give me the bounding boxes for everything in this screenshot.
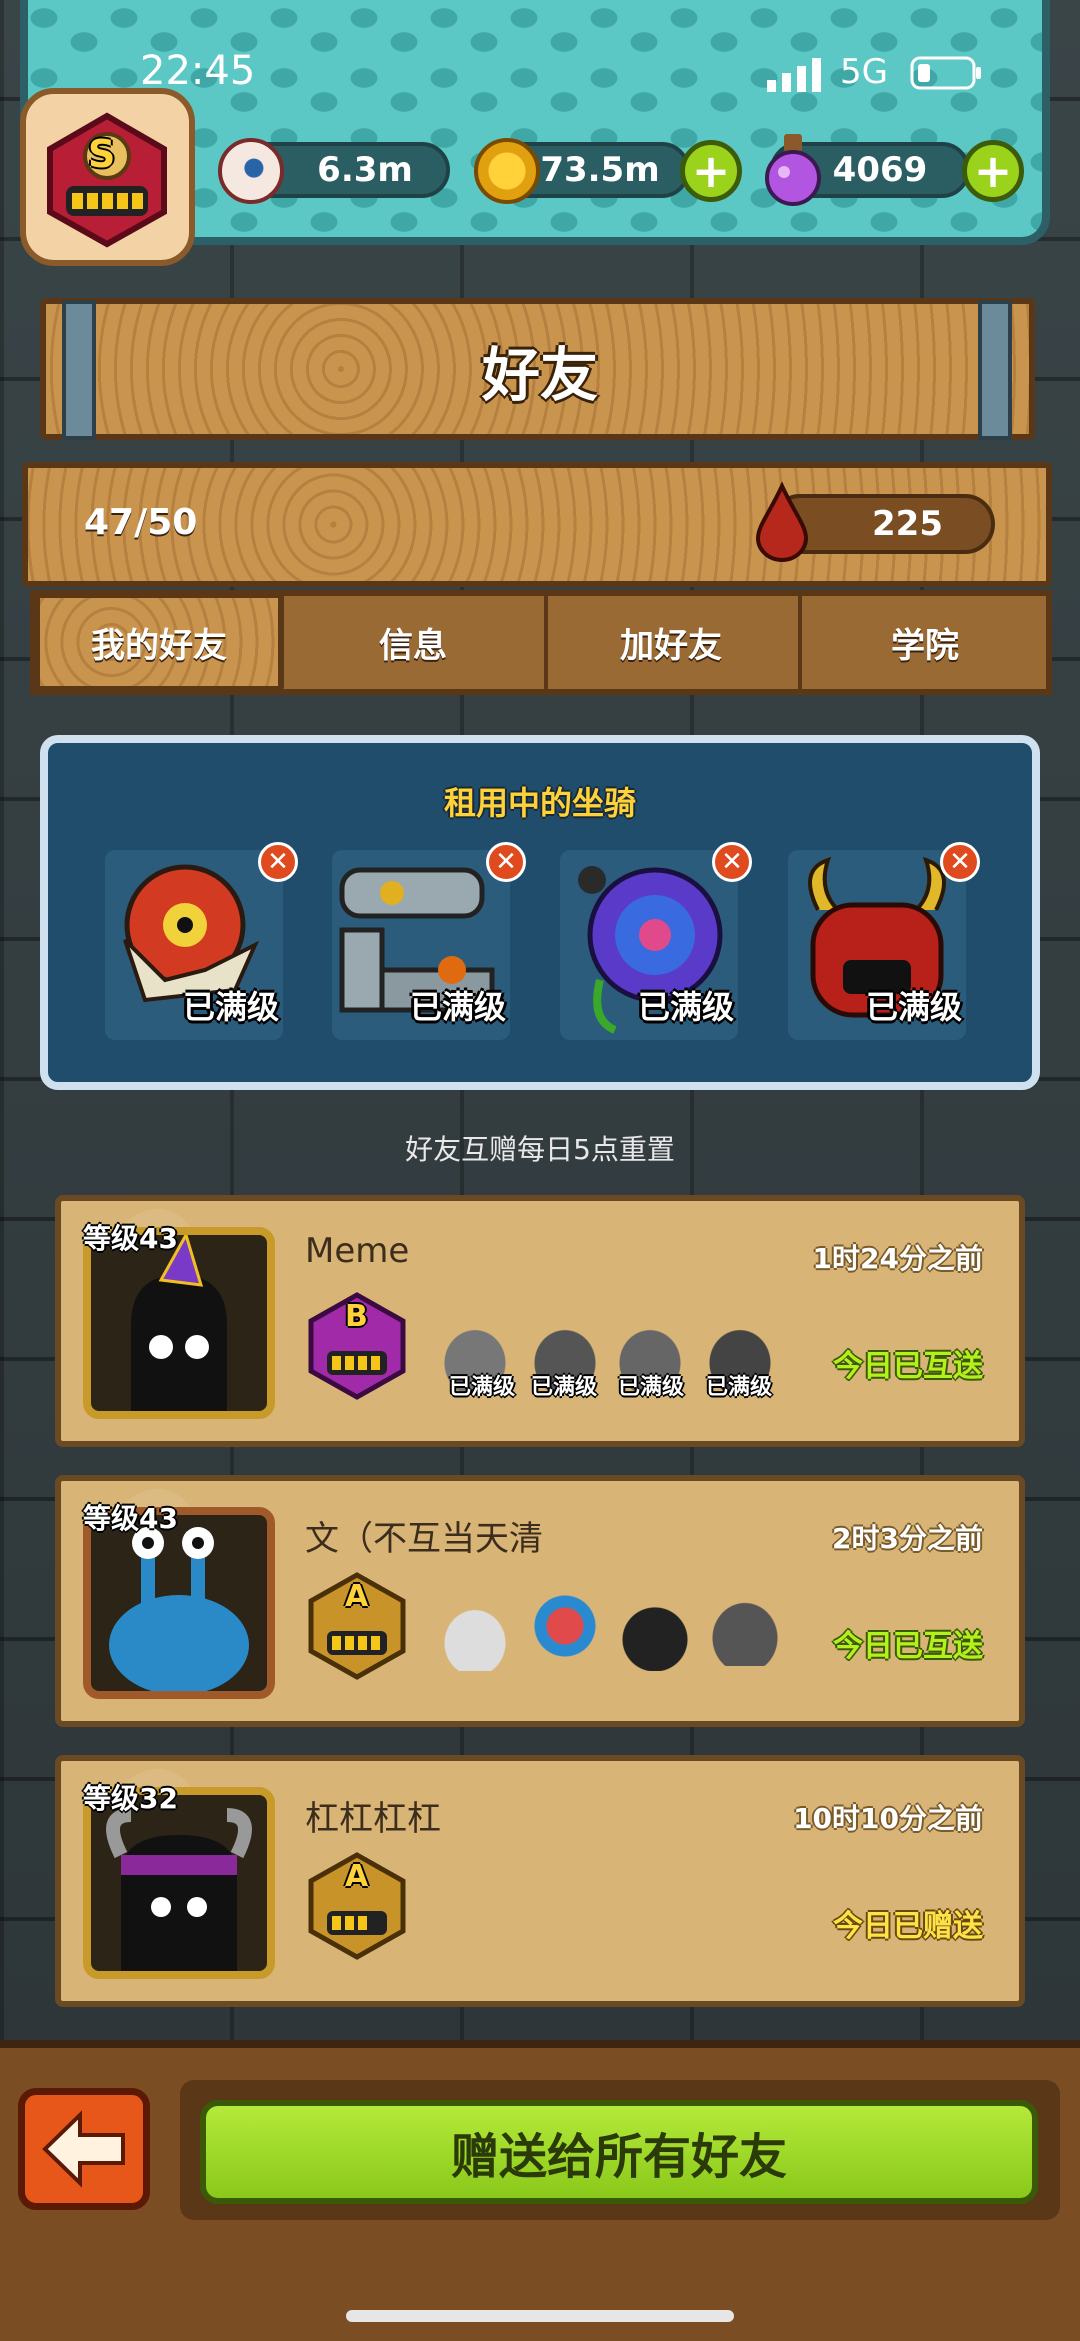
mount-level-label: 已满级 <box>866 988 963 1026</box>
friend-gift-status: 今日已互送 <box>833 1349 983 1384</box>
friend-mount-4 <box>706 1596 784 1666</box>
drops-value: 225 <box>872 504 943 544</box>
add-gold-button[interactable]: + <box>680 140 742 202</box>
page-title: 好友 <box>481 341 598 409</box>
rented-mount-1[interactable]: 已满级 <box>105 850 283 1040</box>
tab-messages[interactable]: 信息 <box>288 592 538 692</box>
friend-rank-letter: A <box>345 1859 369 1894</box>
player-rank-letter: S <box>88 132 116 176</box>
gold-value: 73.5m <box>540 150 660 190</box>
back-button[interactable] <box>18 2088 150 2210</box>
friend-mount-2 <box>526 1591 604 1661</box>
slug-avatar-icon <box>109 1527 249 1695</box>
friend-gift-status: 今日已互送 <box>833 1629 983 1664</box>
friend-name: Meme <box>305 1231 410 1271</box>
mount-level-label: 已满级 <box>410 988 507 1026</box>
horned-monster-avatar-icon <box>106 1808 252 1971</box>
friend-rank-badge: A <box>307 1851 407 1961</box>
remove-mount-2-button[interactable]: ✕ <box>486 842 526 882</box>
friend-count: 47/50 <box>84 502 198 543</box>
blood-drop-icon <box>752 481 812 566</box>
potion-icon <box>760 132 826 212</box>
friend-mount-3 <box>616 1601 694 1671</box>
gold-coin-icon <box>474 138 540 204</box>
friend-level: 等级43 <box>83 1222 178 1255</box>
network-label: 5G <box>840 52 888 92</box>
friend-card[interactable]: 等级32 杠杠杠杠 10时10分之前 A 今日已赠送 <box>55 1755 1025 2007</box>
tab-academy[interactable]: 学院 <box>798 592 1048 692</box>
friend-mount-label: 已满级 <box>618 1375 685 1400</box>
reset-note: 好友互赠每日5点重置 <box>405 1133 675 1166</box>
eyeball-icon <box>218 138 284 204</box>
back-arrow-icon <box>42 2110 125 2188</box>
rented-mount-2[interactable]: 已满级 <box>332 850 510 1040</box>
remove-mount-3-button[interactable]: ✕ <box>712 842 752 882</box>
rented-mount-3[interactable]: 已满级 <box>560 850 738 1040</box>
remove-mount-4-button[interactable]: ✕ <box>940 842 980 882</box>
friend-mount-label: 已满级 <box>706 1375 773 1400</box>
mount-level-label: 已满级 <box>638 988 735 1026</box>
add-potion-button[interactable]: + <box>962 140 1024 202</box>
tab-add-friend[interactable]: 加好友 <box>544 592 794 692</box>
friend-last-seen: 2时3分之前 <box>832 1522 983 1555</box>
friend-level: 等级43 <box>83 1502 178 1535</box>
eyeball-value: 6.3m <box>317 150 413 190</box>
signal-icon <box>765 58 825 96</box>
battery-icon <box>910 56 982 94</box>
friend-rank-letter: A <box>345 1579 369 1614</box>
friend-rank-letter: B <box>345 1299 368 1334</box>
send-all-button[interactable]: 赠送给所有好友 <box>200 2100 1038 2204</box>
friend-last-seen: 10时10分之前 <box>793 1802 983 1835</box>
friend-mount-label: 已满级 <box>531 1375 598 1400</box>
ghost-avatar-icon <box>131 1231 227 1411</box>
friend-last-seen: 1时24分之前 <box>812 1242 983 1275</box>
friend-mount-1 <box>436 1601 514 1671</box>
friend-level: 等级32 <box>83 1782 178 1815</box>
friend-card[interactable]: 等级43 Meme 1时24分之前 B 已满级 已满级 已满级 已满级 今日已互… <box>55 1195 1025 1447</box>
rented-mounts-title: 租用中的坐骑 <box>443 784 636 822</box>
rented-mount-4[interactable]: 已满级 <box>788 850 966 1040</box>
mount-level-label: 已满级 <box>183 988 280 1026</box>
potion-value: 4069 <box>832 150 928 190</box>
remove-mount-1-button[interactable]: ✕ <box>258 842 298 882</box>
friend-name: 杠杠杠杠 <box>305 1799 441 1839</box>
rank-badge-icon <box>47 112 167 248</box>
friend-card[interactable]: 等级43 文（不互当天清 2时3分之前 A 今日已互送 <box>55 1475 1025 1727</box>
friend-gift-status: 今日已赠送 <box>833 1909 983 1944</box>
friend-mount-label: 已满级 <box>449 1375 516 1400</box>
friend-rank-badge: A <box>307 1571 407 1681</box>
friend-name: 文（不互当天清 <box>305 1519 543 1559</box>
home-indicator[interactable] <box>346 2310 734 2322</box>
player-avatar[interactable]: S <box>20 88 195 266</box>
tab-my-friends[interactable]: 我的好友 <box>34 592 284 692</box>
friend-rank-badge: B <box>307 1291 407 1401</box>
